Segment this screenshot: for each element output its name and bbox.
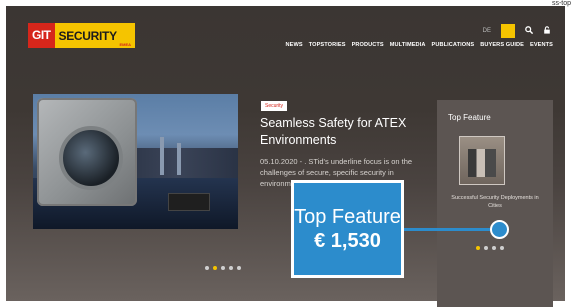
nav-item-products[interactable]: PRODUCTS [352, 42, 384, 48]
logo-git-text: GIT [28, 23, 55, 48]
feature-dot-active[interactable] [476, 246, 480, 250]
slider-pagination [205, 266, 241, 270]
language-indicator[interactable] [501, 24, 515, 38]
price-callout: Top Feature € 1,530 [291, 180, 404, 278]
slide-headline[interactable]: Seamless Safety for ATEX Environments [260, 115, 420, 149]
camera-device [37, 98, 137, 206]
slider-dot[interactable] [229, 266, 233, 270]
category-badge[interactable]: Security [261, 101, 288, 111]
camera-lens [59, 126, 123, 190]
feature-dot[interactable] [492, 246, 496, 250]
website-frame: GIT SECURITY EMEA DE NEWS TOPSTORIES PRO… [6, 6, 565, 307]
main-navigation: NEWS TOPSTORIES PRODUCTS MULTIMEDIA PUBL… [286, 42, 553, 48]
slide-image[interactable] [33, 94, 238, 229]
slider-dot-active[interactable] [213, 266, 217, 270]
feature-thumbnail[interactable] [459, 136, 505, 185]
search-icon[interactable] [525, 26, 534, 36]
side-panel-title: Top Feature [448, 113, 491, 122]
callout-price: € 1,530 [314, 230, 381, 252]
device-box [168, 193, 210, 211]
callout-connector [404, 228, 496, 231]
slider-dot[interactable] [237, 266, 241, 270]
chimney [176, 142, 181, 175]
site-logo[interactable]: GIT SECURITY EMEA [28, 23, 135, 48]
nav-item-multimedia[interactable]: MULTIMEDIA [390, 42, 426, 48]
nav-item-topstories[interactable]: TOPSTORIES [309, 42, 346, 48]
slider-dot[interactable] [205, 266, 209, 270]
callout-anchor-dot [490, 220, 509, 239]
feature-caption[interactable]: Successful Security Deployments in Citie… [445, 194, 545, 210]
utility-bar: DE [483, 24, 551, 38]
top-feature-panel: Top Feature Successful Security Deployme… [437, 100, 553, 307]
nav-item-publications[interactable]: PUBLICATIONS [431, 42, 474, 48]
feature-dot[interactable] [484, 246, 488, 250]
lock-icon[interactable] [543, 26, 551, 36]
language-switch[interactable]: DE [483, 28, 491, 34]
nav-item-buyers-guide[interactable]: BUYERS GUIDE [480, 42, 524, 48]
logo-security-text: SECURITY [58, 28, 118, 43]
callout-label: Top Feature [294, 206, 401, 228]
nav-item-events[interactable]: EVENTS [530, 42, 553, 48]
feature-pagination [476, 246, 504, 250]
feature-dot[interactable] [500, 246, 504, 250]
chimney [160, 137, 165, 175]
slider-dot[interactable] [221, 266, 225, 270]
logo-region-text: EMEA [119, 42, 131, 47]
nav-item-news[interactable]: NEWS [286, 42, 303, 48]
